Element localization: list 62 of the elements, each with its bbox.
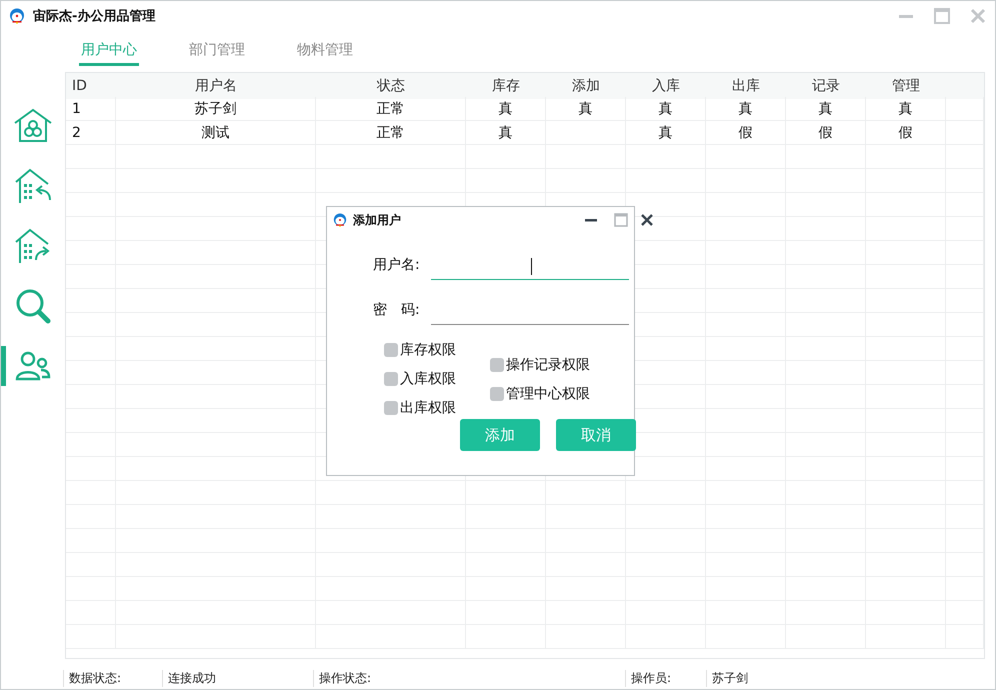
status-value: 连接成功	[162, 670, 313, 686]
column-header: 出库	[706, 73, 786, 99]
status-label: 操作员:	[625, 670, 706, 686]
field-label: 用户名:	[373, 256, 421, 275]
checkbox[interactable]	[384, 343, 398, 357]
table-cell: 假	[786, 121, 866, 145]
table-cell: 假	[866, 121, 946, 145]
table-cell: 测试	[116, 121, 316, 145]
column-header: 状态	[316, 73, 466, 99]
logo-icon	[9, 8, 25, 24]
status-label: 操作状态:	[313, 670, 474, 686]
maximize-icon[interactable]	[933, 7, 951, 25]
column-header: 库存	[466, 73, 546, 99]
table-cell: 2	[66, 121, 116, 145]
field-label: 密 码:	[373, 301, 421, 320]
column-header: 用户名	[116, 73, 316, 99]
column-header: 管理	[866, 73, 946, 99]
text-cursor	[531, 258, 532, 275]
checkbox[interactable]	[384, 372, 398, 386]
house-icon[interactable]	[13, 108, 53, 144]
column-header: 添加	[546, 73, 626, 99]
table-cell: 真	[466, 97, 546, 121]
checkbox-label: 管理中心权限	[506, 385, 590, 403]
dialog-title: 添加用户	[353, 212, 402, 228]
table-cell: 假	[706, 121, 786, 145]
table-cell: 真	[626, 97, 706, 121]
search-icon[interactable]	[15, 288, 51, 324]
checkbox-label: 入库权限	[400, 370, 456, 388]
column-header: 入库	[626, 73, 706, 99]
close-icon[interactable]	[640, 213, 654, 227]
column-header: 记录	[786, 73, 866, 99]
tab[interactable]: 物料管理	[295, 37, 355, 66]
checkbox[interactable]	[490, 387, 504, 401]
table-cell: 真	[626, 121, 706, 145]
tab[interactable]: 部门管理	[187, 37, 247, 66]
building-return-icon[interactable]	[14, 168, 52, 204]
checkbox-label: 出库权限	[400, 399, 456, 417]
building-send-icon[interactable]	[14, 228, 52, 264]
table-cell: 真	[706, 97, 786, 121]
maximize-icon[interactable]	[614, 213, 628, 227]
table-cell: 苏子剑	[116, 97, 316, 121]
window-title: 宙际杰-办公用品管理	[33, 8, 156, 25]
table-cell: 真	[466, 121, 546, 145]
status-value: 苏子剑	[706, 670, 837, 686]
checkbox-label: 操作记录权限	[506, 356, 590, 374]
table-cell: 真	[866, 97, 946, 121]
cancel-button[interactable]: 取消	[556, 419, 636, 451]
users-icon[interactable]	[15, 350, 51, 382]
table-cell: 正常	[316, 121, 466, 145]
table-cell: 1	[66, 97, 116, 121]
tab[interactable]: 用户中心	[79, 37, 139, 66]
column-header: ID	[66, 73, 116, 99]
column-header	[946, 73, 984, 99]
table-cell: 正常	[316, 97, 466, 121]
add-button[interactable]: 添加	[460, 419, 540, 451]
table-cell: 真	[546, 97, 626, 121]
checkbox-label: 库存权限	[400, 341, 456, 359]
status-label: 数据状态:	[63, 670, 162, 686]
checkbox[interactable]	[384, 401, 398, 415]
table-cell: 真	[786, 97, 866, 121]
logo-icon	[333, 213, 347, 227]
checkbox[interactable]	[490, 358, 504, 372]
